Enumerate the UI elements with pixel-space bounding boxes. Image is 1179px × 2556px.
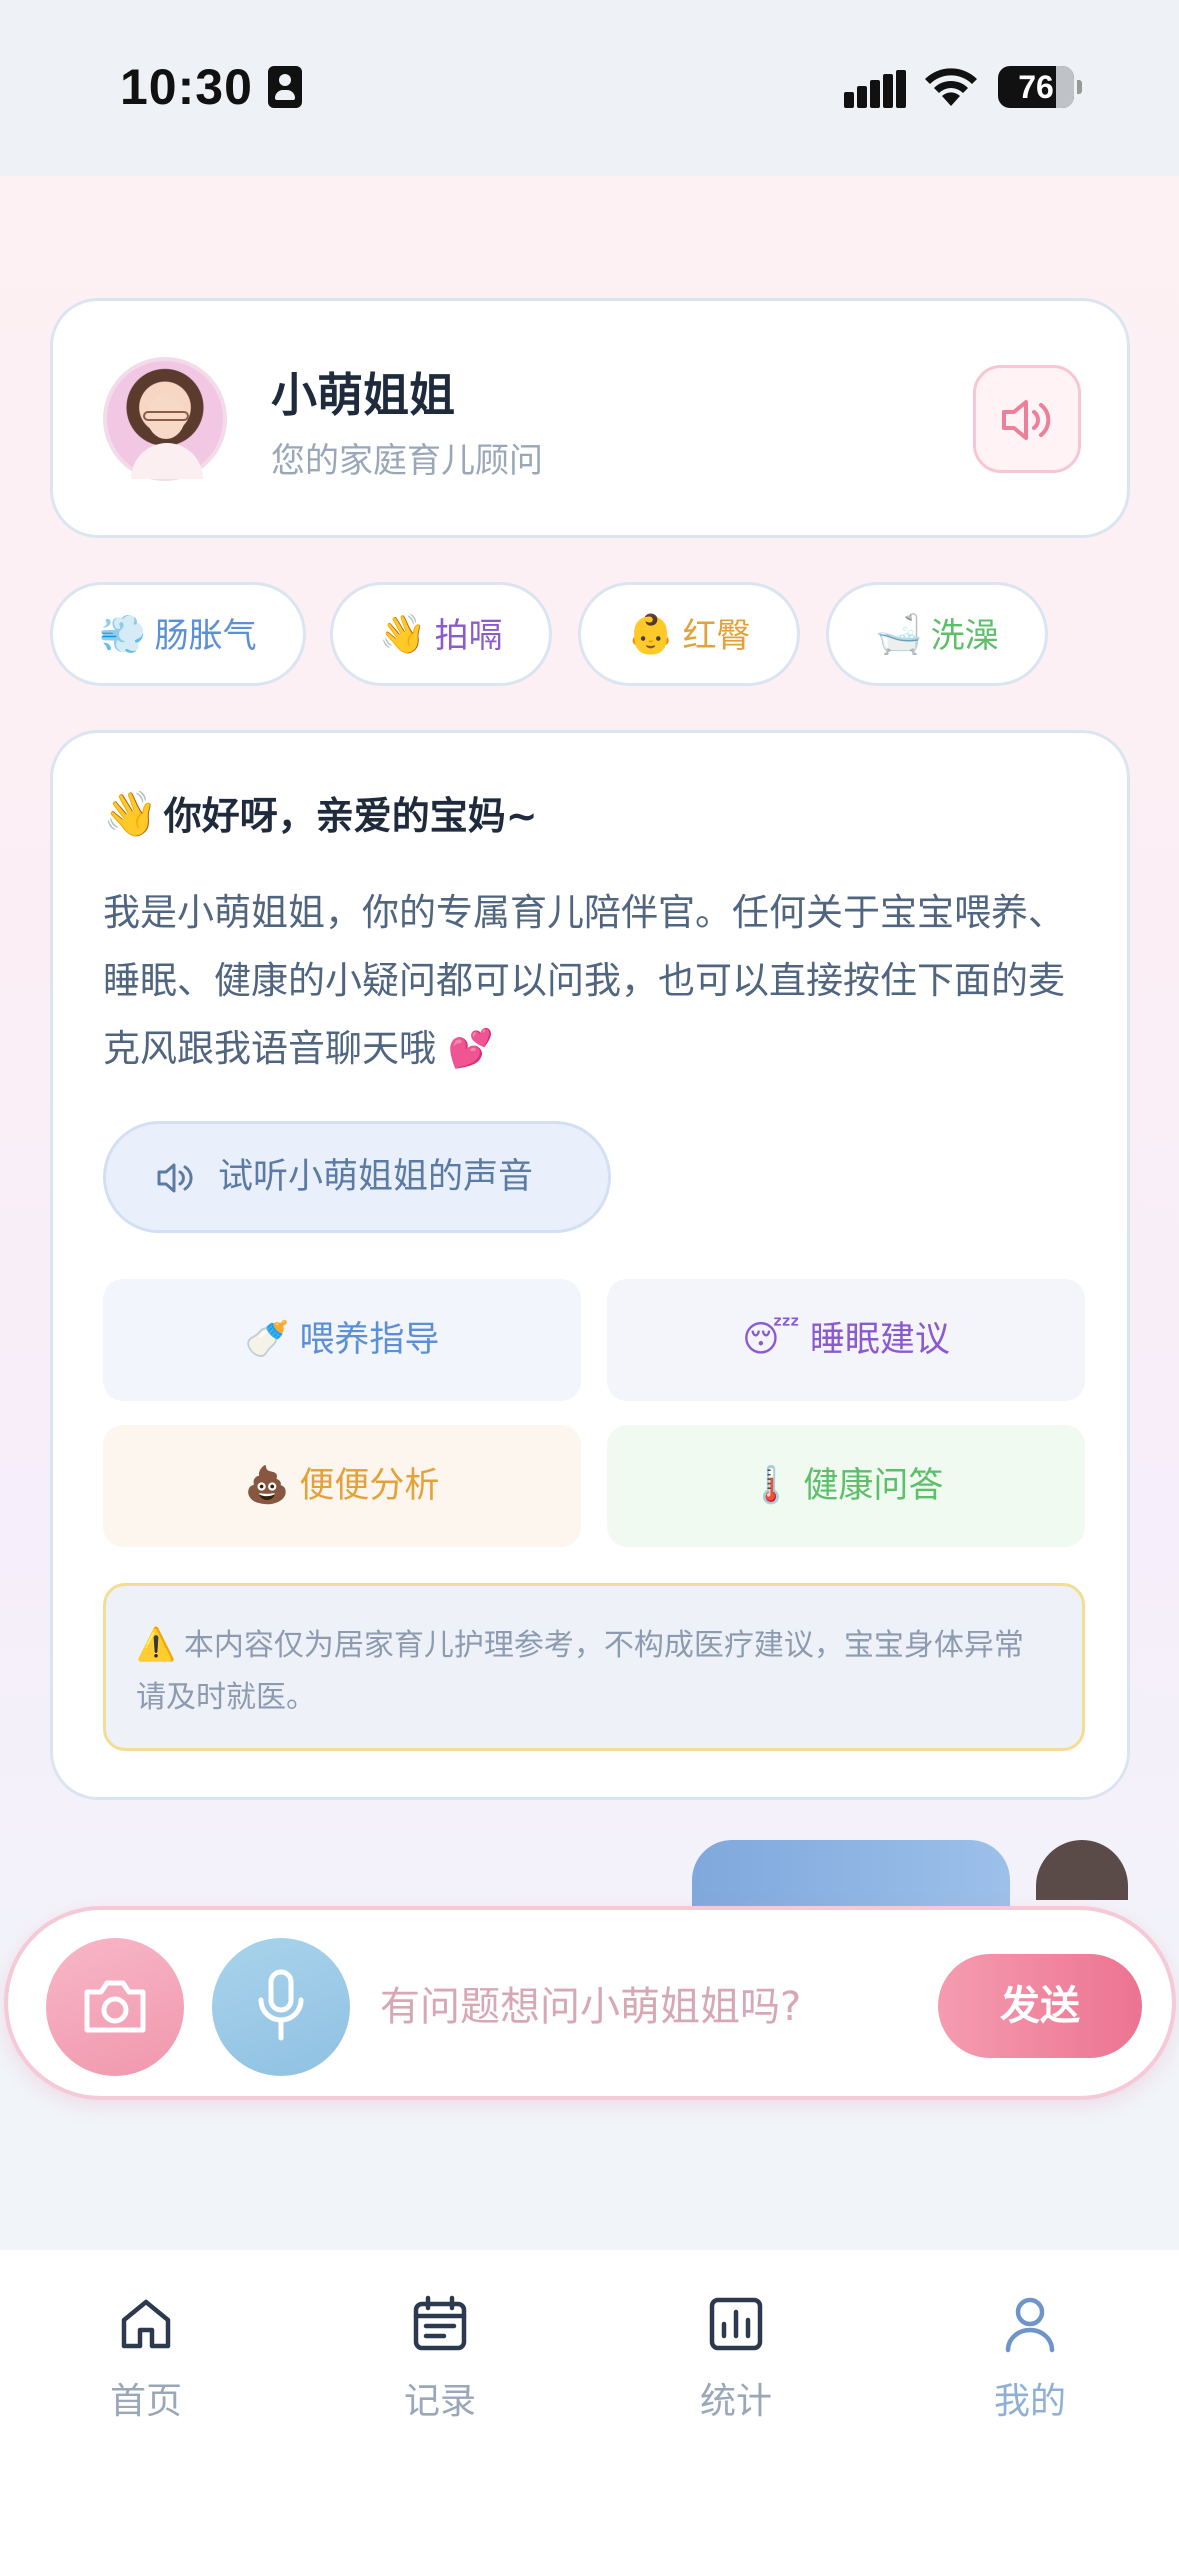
tab-stats[interactable]: 统计 bbox=[636, 2294, 836, 2454]
disclaimer-text: 本内容仅为居家育儿护理参考，不构成医疗建议，宝宝身体异常请及时就医。 bbox=[136, 1628, 1024, 1715]
medical-disclaimer: ⚠️ 本内容仅为居家育儿护理参考，不构成医疗建议，宝宝身体异常请及时就医。 bbox=[103, 1583, 1085, 1751]
topic-label: 喂养指导 bbox=[299, 1320, 440, 1360]
stool-analysis-button[interactable]: 💩 便便分析 bbox=[103, 1425, 581, 1547]
microphone-icon bbox=[258, 1969, 304, 2041]
health-qa-button[interactable]: 🌡️ 健康问答 bbox=[607, 1425, 1085, 1547]
tab-records[interactable]: 记录 bbox=[340, 2294, 540, 2454]
camera-icon bbox=[84, 1980, 146, 2033]
chip-colic[interactable]: 💨 肠胀气 bbox=[50, 582, 306, 686]
send-button[interactable]: 发送 bbox=[938, 1954, 1142, 2058]
listen-voice-label: 试听小萌姐姐的声音 bbox=[218, 1157, 534, 1197]
thermometer-icon: 🌡️ bbox=[748, 1465, 794, 1506]
battery-level: 76 bbox=[1018, 69, 1054, 105]
status-time: 10:30 bbox=[120, 59, 253, 115]
greeting-text: 你好呀，亲爱的宝妈~ bbox=[163, 794, 538, 838]
tab-home[interactable]: 首页 bbox=[46, 2294, 246, 2454]
calendar-icon bbox=[413, 2295, 467, 2351]
sleeping-face-icon: 😴 bbox=[742, 1319, 800, 1360]
battery-icon: 76 bbox=[998, 66, 1082, 108]
speaker-icon bbox=[157, 1163, 193, 1193]
wifi-icon bbox=[922, 66, 980, 108]
cellular-signal-icon bbox=[844, 70, 906, 108]
sleep-advice-button[interactable]: 😴 睡眠建议 bbox=[607, 1279, 1085, 1401]
tab-profile[interactable]: 我的 bbox=[930, 2294, 1130, 2454]
assistant-subtitle: 您的家庭育儿顾问 bbox=[271, 441, 543, 481]
assistant-name: 小萌姐姐 bbox=[271, 368, 455, 422]
speaker-icon bbox=[1002, 400, 1051, 440]
baby-bottle-icon: 🍼 bbox=[244, 1319, 290, 1360]
greeting-title: 👋 你好呀，亲爱的宝妈~ bbox=[103, 785, 538, 840]
bottom-tab-bar: 首页 记录 统计 我的 bbox=[0, 2250, 1179, 2556]
poop-icon: 💩 bbox=[244, 1465, 290, 1506]
chat-input-bar: 发送 bbox=[4, 1906, 1176, 2100]
chip-burping[interactable]: 👋 拍嗝 bbox=[330, 582, 552, 686]
chip-label: 拍嗝 bbox=[434, 616, 503, 656]
tab-label: 统计 bbox=[699, 2381, 772, 2422]
chip-bath[interactable]: 🛁 洗澡 bbox=[826, 582, 1048, 686]
chip-label: 红臀 bbox=[682, 616, 751, 656]
intro-text: 我是小萌姐姐，你的专属育儿陪伴官。任何关于宝宝喂养、睡眠、健康的小疑问都可以问我… bbox=[103, 891, 1065, 1070]
warning-icon: ⚠️ bbox=[136, 1625, 176, 1663]
welcome-message-card: 👋 你好呀，亲爱的宝妈~ 我是小萌姐姐，你的专属育儿陪伴官。任何关于宝宝喂养、睡眠… bbox=[50, 730, 1130, 1800]
home-icon bbox=[121, 2299, 171, 2349]
waving-hand-icon: 👋 bbox=[103, 789, 158, 840]
chip-diaper-rash[interactable]: 👶 红臀 bbox=[578, 582, 800, 686]
status-bar: 10:30 76 bbox=[0, 0, 1179, 176]
assistant-avatar[interactable] bbox=[103, 357, 227, 481]
waving-hand-icon: 👋 bbox=[379, 612, 427, 656]
tab-label: 我的 bbox=[993, 2381, 1066, 2422]
topic-label: 健康问答 bbox=[803, 1466, 944, 1506]
tab-label: 首页 bbox=[109, 2381, 182, 2422]
voice-toggle-button[interactable] bbox=[973, 365, 1081, 473]
chip-label: 洗澡 bbox=[930, 616, 999, 656]
user-icon bbox=[1005, 2297, 1055, 2353]
feeding-guide-button[interactable]: 🍼 喂养指导 bbox=[103, 1279, 581, 1401]
listen-voice-button[interactable]: 试听小萌姐姐的声音 bbox=[103, 1121, 611, 1233]
message-input[interactable] bbox=[380, 1964, 920, 2050]
baby-icon: 👶 bbox=[627, 612, 675, 656]
id-card-icon bbox=[268, 66, 302, 108]
tab-label: 记录 bbox=[403, 2381, 476, 2422]
topic-label: 便便分析 bbox=[299, 1466, 440, 1506]
dash-icon: 💨 bbox=[99, 612, 147, 656]
assistant-header-card: 小萌姐姐 您的家庭育儿顾问 bbox=[50, 298, 1130, 538]
chart-icon bbox=[709, 2297, 763, 2351]
microphone-button[interactable] bbox=[212, 1938, 350, 2076]
chip-label: 肠胀气 bbox=[154, 616, 257, 656]
camera-button[interactable] bbox=[46, 1938, 184, 2076]
topic-label: 睡眠建议 bbox=[809, 1320, 950, 1360]
bathtub-icon: 🛁 bbox=[875, 612, 923, 656]
